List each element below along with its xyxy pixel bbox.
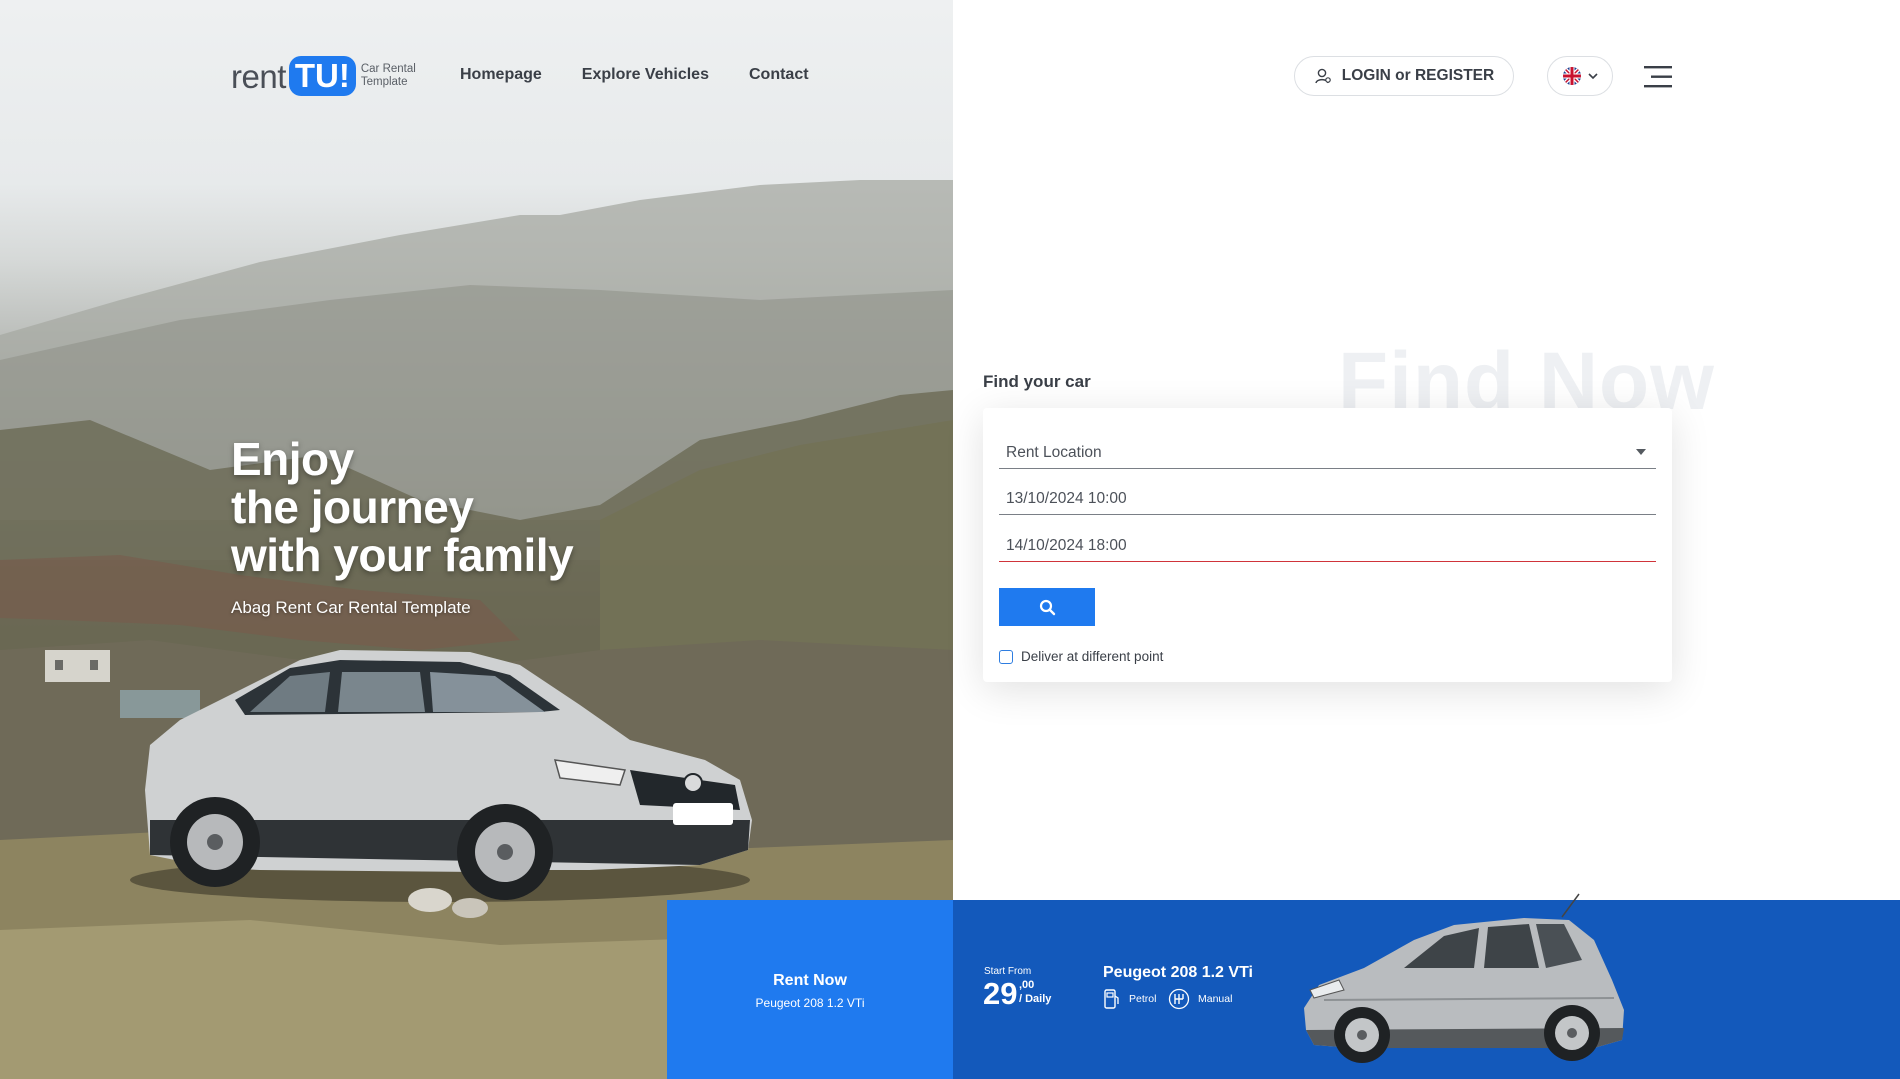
deliver-different-point-option[interactable]: Deliver at different point [999, 649, 1163, 664]
nav-contact[interactable]: Contact [749, 66, 809, 84]
logo-tagline: Car Rental Template [361, 63, 416, 89]
hamburger-menu-icon[interactable] [1644, 66, 1672, 88]
rent-now-label: Rent Now [773, 972, 847, 989]
login-register-label: LOGIN or REGISTER [1341, 67, 1495, 84]
logo-text: rent [231, 57, 286, 95]
rent-now-button[interactable]: Rent Now Peugeot 208 1.2 VTi [667, 900, 953, 1079]
featured-offer: Start From 29 ,00 / Daily Peugeot 208 1.… [953, 893, 1900, 1079]
deliver-different-point-label: Deliver at different point [1021, 649, 1164, 664]
user-icon [1315, 68, 1331, 84]
logo-badge: TU! [288, 56, 356, 96]
pickup-datetime-value: 13/10/2024 10:00 [1006, 489, 1127, 507]
logo-tagline-line: Car Rental [360, 63, 416, 75]
fuel-type: Petrol [1129, 993, 1157, 1005]
search-icon [1039, 599, 1055, 615]
search-form: Rent Location 13/10/2024 10:00 14/10/202… [983, 408, 1672, 682]
transmission-type: Manual [1198, 993, 1233, 1005]
hero-title-line: with your family [231, 529, 574, 581]
hero-subtitle: Abag Rent Car Rental Template [231, 598, 471, 617]
main-nav: Homepage Explore Vehicles Contact [460, 66, 809, 84]
login-register-button[interactable]: LOGIN or REGISTER [1294, 56, 1514, 96]
pickup-datetime-input[interactable]: 13/10/2024 10:00 [999, 483, 1656, 515]
brand-logo[interactable]: rent TU! Car Rental Template [231, 55, 416, 97]
hero-title-line: the journey [231, 481, 474, 533]
featured-car-name: Peugeot 208 1.2 VTi [1103, 964, 1253, 981]
return-datetime-input[interactable]: 14/10/2024 18:00 [999, 530, 1656, 562]
nav-homepage[interactable]: Homepage [460, 66, 542, 84]
hero-title-line: Enjoy [231, 433, 354, 485]
search-heading: Find your car [983, 372, 1091, 391]
fuel-spec: Petrol [1103, 988, 1156, 1010]
rent-location-placeholder: Rent Location [1006, 443, 1102, 461]
featured-car-image [1304, 893, 1624, 1063]
rent-location-select[interactable]: Rent Location [999, 437, 1656, 469]
price-integer: 29 [983, 976, 1018, 1011]
gearbox-icon [1168, 988, 1190, 1010]
uk-flag-icon [1563, 67, 1581, 85]
rent-now-car: Peugeot 208 1.2 VTi [755, 996, 865, 1010]
search-button[interactable] [999, 588, 1095, 626]
price-decimal: ,00 [1019, 979, 1035, 991]
deliver-different-point-checkbox[interactable] [999, 649, 1013, 664]
fuel-pump-icon [1104, 989, 1119, 1009]
hero-title: Enjoy the journey with your family [231, 433, 574, 581]
nav-explore-vehicles[interactable]: Explore Vehicles [582, 66, 709, 84]
chevron-down-icon [1588, 73, 1598, 80]
return-datetime-value: 14/10/2024 18:00 [1006, 536, 1127, 554]
logo-tagline-line: Template [360, 76, 408, 88]
price-period: / Daily [1019, 993, 1052, 1005]
caret-down-icon [1636, 449, 1646, 455]
transmission-spec: Manual [1168, 988, 1232, 1010]
language-selector[interactable] [1547, 56, 1613, 96]
